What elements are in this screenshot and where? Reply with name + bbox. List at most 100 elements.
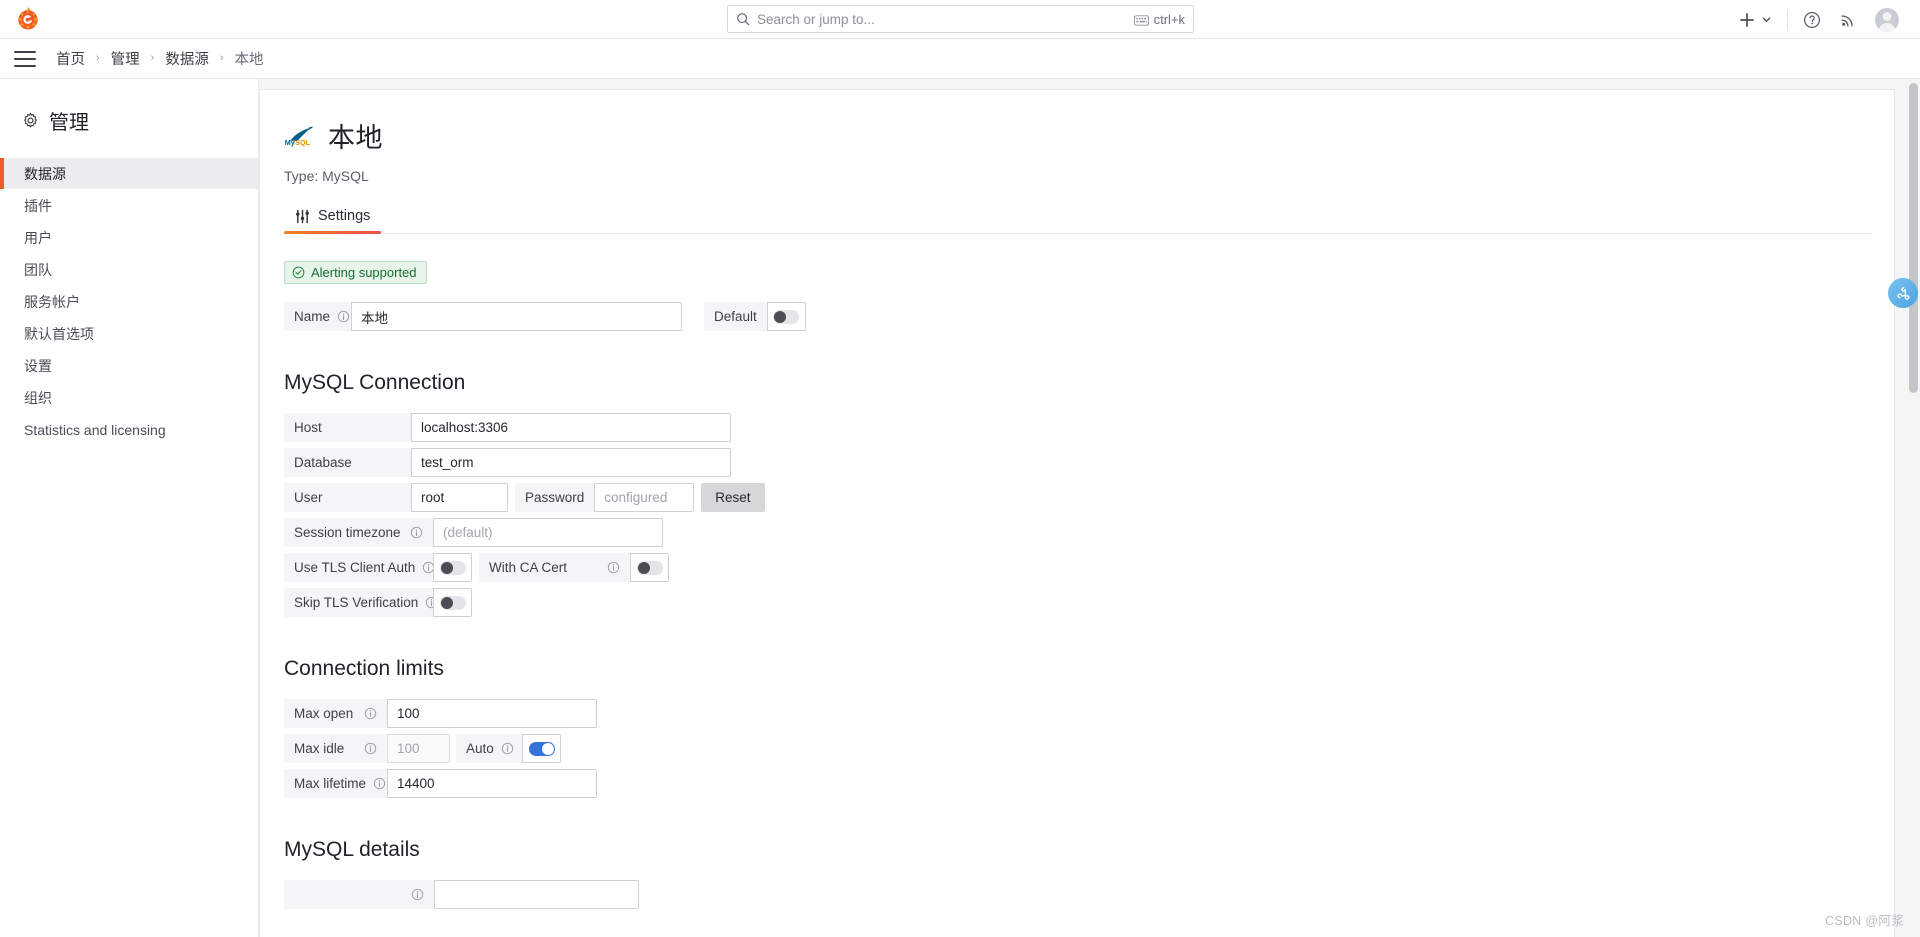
page-title: 本地 bbox=[328, 123, 383, 153]
command-icon bbox=[1897, 286, 1909, 300]
help-button[interactable] bbox=[1794, 0, 1830, 39]
max-open-input[interactable]: 100 bbox=[387, 699, 597, 728]
toggle-knob bbox=[637, 561, 650, 574]
sidebar-item-service-accounts[interactable]: 服务帐户 bbox=[0, 286, 258, 317]
reset-password-button[interactable]: Reset bbox=[701, 483, 765, 512]
name-label-text: Name bbox=[294, 309, 331, 324]
rss-icon bbox=[1841, 14, 1853, 27]
toggle-track bbox=[773, 309, 800, 324]
scrollbar-thumb[interactable] bbox=[1909, 83, 1918, 393]
chevron-down-icon bbox=[1761, 14, 1772, 25]
host-label-text: Host bbox=[294, 420, 322, 435]
details-first-row bbox=[284, 880, 1894, 909]
sliders-icon bbox=[295, 209, 310, 224]
breadcrumb-separator: › bbox=[150, 52, 155, 64]
session-timezone-label: Session timezone bbox=[284, 518, 433, 547]
database-label-text: Database bbox=[294, 455, 352, 470]
with-ca-cert-label: With CA Cert bbox=[479, 553, 630, 582]
skip-tls-verification-toggle[interactable] bbox=[433, 588, 472, 617]
sidebar-item-statistics-licensing[interactable]: Statistics and licensing bbox=[0, 414, 258, 445]
gear-icon bbox=[22, 112, 39, 129]
floating-command-badge[interactable] bbox=[1888, 278, 1918, 308]
auto-label: Auto bbox=[456, 734, 522, 763]
use-tls-client-auth-toggle[interactable] bbox=[433, 553, 472, 582]
info-icon[interactable] bbox=[410, 526, 423, 539]
grafana-logo-icon[interactable] bbox=[14, 5, 42, 33]
breadcrumb-bar: 首页 › 管理 › 数据源 › 本地 bbox=[0, 39, 1920, 79]
datasource-type: Type: MySQL bbox=[284, 168, 369, 184]
breadcrumb-separator: › bbox=[96, 52, 100, 64]
database-input[interactable]: test_orm bbox=[411, 448, 731, 477]
sidebar-item-label: 组织 bbox=[24, 389, 52, 406]
skip-tls-verification-label: Skip TLS Verification bbox=[284, 588, 438, 617]
search-input[interactable]: Search or jump to... ctrl+k bbox=[727, 5, 1194, 33]
session-timezone-input[interactable]: (default) bbox=[433, 518, 663, 547]
with-ca-cert-label-text: With CA Cert bbox=[489, 560, 568, 575]
page-scrollbar[interactable] bbox=[1907, 79, 1920, 937]
svg-text:My: My bbox=[285, 137, 295, 146]
search-icon bbox=[736, 12, 750, 26]
sidebar-item-label: 服务帐户 bbox=[24, 293, 80, 310]
default-toggle[interactable] bbox=[766, 302, 806, 331]
add-button[interactable] bbox=[1730, 0, 1781, 39]
host-input[interactable]: localhost:3306 bbox=[411, 413, 731, 442]
search-shortcut-label: ctrl+k bbox=[1153, 11, 1185, 27]
sidebar-item-settings[interactable]: 设置 bbox=[0, 350, 258, 381]
details-field-label bbox=[284, 880, 434, 909]
database-label: Database bbox=[284, 448, 411, 477]
skip-tls-row: Skip TLS Verification bbox=[284, 588, 1894, 617]
database-row: Database test_orm bbox=[284, 448, 1894, 477]
info-icon[interactable] bbox=[337, 310, 350, 323]
status-badge-label: Alerting supported bbox=[311, 265, 417, 280]
sidebar-item-teams[interactable]: 团队 bbox=[0, 254, 258, 285]
info-icon[interactable] bbox=[364, 742, 377, 755]
password-input[interactable]: configured bbox=[594, 483, 695, 512]
info-icon[interactable] bbox=[501, 742, 514, 755]
check-circle-icon bbox=[292, 266, 305, 279]
info-icon[interactable] bbox=[411, 888, 424, 901]
name-row: Name 本地 Default bbox=[284, 302, 1894, 331]
max-lifetime-input[interactable]: 14400 bbox=[387, 769, 597, 798]
max-lifetime-label-text: Max lifetime bbox=[294, 776, 367, 791]
tab-bar: Settings bbox=[284, 208, 1872, 234]
max-open-label-text: Max open bbox=[294, 706, 354, 721]
with-ca-cert-toggle[interactable] bbox=[630, 553, 669, 582]
breadcrumb-item-0[interactable]: 首页 bbox=[54, 48, 87, 69]
watermark: CSDN @阿浆 bbox=[1825, 914, 1904, 928]
datasource-header: My SQL 本地 bbox=[284, 116, 1894, 155]
max-idle-label: Max idle bbox=[284, 734, 387, 763]
sidebar-item-label: 团队 bbox=[24, 261, 52, 278]
top-bar-actions bbox=[1730, 0, 1908, 39]
max-idle-input[interactable]: 100 bbox=[387, 734, 450, 763]
sidebar-item-datasources[interactable]: 数据源 bbox=[0, 158, 258, 189]
auto-toggle[interactable] bbox=[522, 734, 561, 763]
breadcrumb: 首页 › 管理 › 数据源 › 本地 bbox=[54, 48, 266, 69]
tab-settings[interactable]: Settings bbox=[284, 208, 382, 234]
user-input[interactable]: root bbox=[411, 483, 508, 512]
session-timezone-row: Session timezone (default) bbox=[284, 518, 1894, 547]
search-placeholder: Search or jump to... bbox=[757, 11, 875, 27]
sidebar-item-users[interactable]: 用户 bbox=[0, 222, 258, 253]
user-label-text: User bbox=[294, 490, 323, 505]
question-circle-icon bbox=[1803, 11, 1821, 28]
news-button[interactable] bbox=[1830, 0, 1866, 39]
sidebar-item-default-preferences[interactable]: 默认首选项 bbox=[0, 318, 258, 349]
section-title-details: MySQL details bbox=[284, 838, 420, 861]
use-tls-client-auth-label: Use TLS Client Auth bbox=[284, 553, 435, 582]
toggle-track bbox=[636, 560, 663, 575]
info-icon[interactable] bbox=[373, 777, 386, 790]
sidebar: 管理 数据源 插件 用户 团队 服务帐户 默认首选项 设置 组织 Statist… bbox=[0, 79, 259, 937]
info-icon[interactable] bbox=[364, 707, 377, 720]
profile-button[interactable] bbox=[1866, 0, 1908, 39]
name-input[interactable]: 本地 bbox=[351, 302, 682, 331]
breadcrumb-item-2[interactable]: 数据源 bbox=[163, 48, 211, 69]
sidebar-item-organizations[interactable]: 组织 bbox=[0, 382, 258, 413]
breadcrumb-item-3: 本地 bbox=[234, 52, 264, 68]
hamburger-icon[interactable] bbox=[14, 50, 36, 67]
sidebar-item-plugins[interactable]: 插件 bbox=[0, 190, 258, 221]
info-icon[interactable] bbox=[607, 561, 620, 574]
details-field-input[interactable] bbox=[434, 880, 639, 909]
sidebar-item-label: 用户 bbox=[24, 229, 52, 246]
breadcrumb-item-1[interactable]: 管理 bbox=[109, 48, 142, 69]
section-title-connection: MySQL Connection bbox=[284, 371, 466, 394]
